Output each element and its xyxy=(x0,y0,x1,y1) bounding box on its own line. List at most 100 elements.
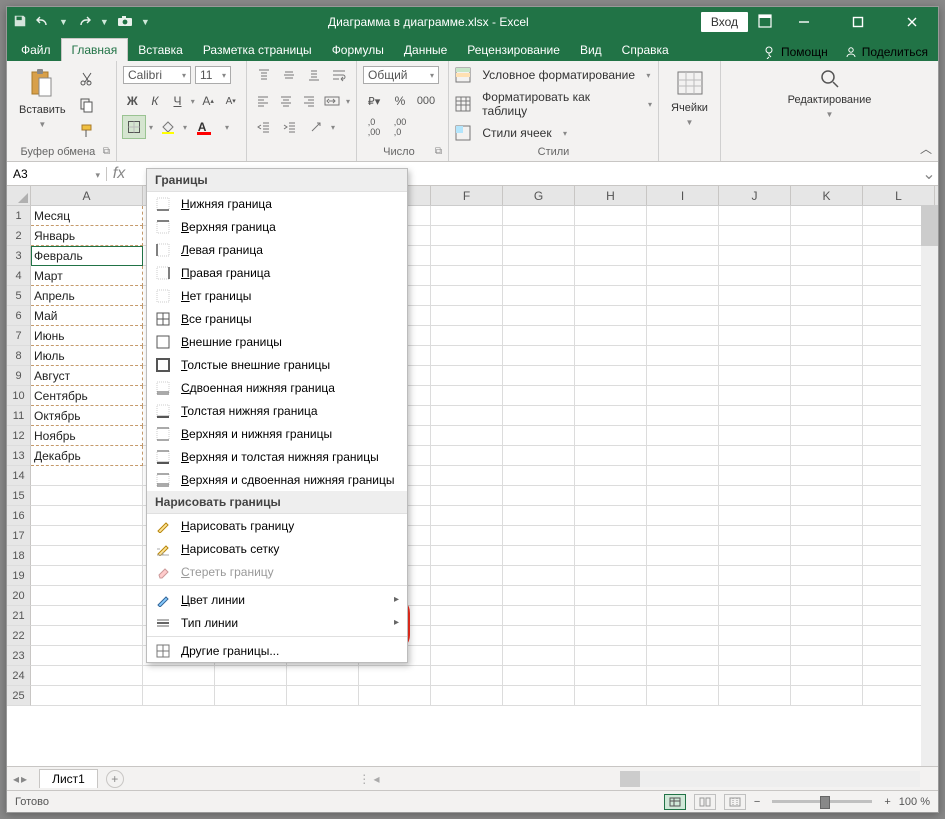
copy-icon[interactable] xyxy=(76,94,98,116)
cell[interactable] xyxy=(647,646,719,666)
cell[interactable] xyxy=(647,386,719,406)
cell[interactable] xyxy=(719,246,791,266)
cell[interactable] xyxy=(31,666,143,686)
dd-border-item[interactable]: Левая граница xyxy=(147,238,407,261)
cell[interactable] xyxy=(31,626,143,646)
cell[interactable] xyxy=(791,266,863,286)
cell[interactable] xyxy=(31,686,143,706)
login-button[interactable]: Вход xyxy=(701,12,748,32)
dd-border-item[interactable]: Верхняя и нижняя границы xyxy=(147,422,407,445)
cell[interactable] xyxy=(575,366,647,386)
dd-line-color[interactable]: Цвет линии▸ xyxy=(147,588,407,611)
sheet-prev-icon[interactable]: ◂ xyxy=(13,772,19,786)
cell[interactable] xyxy=(503,626,575,646)
cell[interactable] xyxy=(791,426,863,446)
cell[interactable] xyxy=(575,526,647,546)
cell[interactable] xyxy=(575,246,647,266)
cell[interactable] xyxy=(791,366,863,386)
cell[interactable] xyxy=(647,406,719,426)
merge-icon[interactable] xyxy=(323,90,342,112)
cell[interactable] xyxy=(503,226,575,246)
cell[interactable] xyxy=(431,506,503,526)
redo-icon[interactable] xyxy=(76,14,92,31)
cell[interactable] xyxy=(719,586,791,606)
col-header[interactable]: J xyxy=(719,186,791,205)
add-sheet-icon[interactable]: + xyxy=(106,770,124,788)
number-format[interactable]: Общий▾ xyxy=(363,66,439,84)
cell[interactable] xyxy=(719,666,791,686)
cell[interactable] xyxy=(647,466,719,486)
cell[interactable]: Сентябрь xyxy=(31,386,143,406)
cell[interactable] xyxy=(431,406,503,426)
format-painter-icon[interactable] xyxy=(76,120,98,142)
cell[interactable] xyxy=(503,506,575,526)
dd-border-item[interactable]: Внешние границы xyxy=(147,330,407,353)
redo-dropdown-icon[interactable]: ▼ xyxy=(100,17,109,27)
cell[interactable] xyxy=(575,606,647,626)
cell[interactable] xyxy=(575,646,647,666)
tab-insert[interactable]: Вставка xyxy=(128,39,193,61)
cell[interactable] xyxy=(647,606,719,626)
view-pagelayout-icon[interactable] xyxy=(694,794,716,810)
cell[interactable] xyxy=(31,546,143,566)
cell[interactable] xyxy=(791,406,863,426)
sheet-tab[interactable]: Лист1 xyxy=(39,769,98,788)
tell-me[interactable]: Помощн xyxy=(757,43,834,61)
cell[interactable] xyxy=(791,566,863,586)
cell[interactable] xyxy=(647,566,719,586)
row-header[interactable]: 23 xyxy=(7,646,31,666)
cell[interactable] xyxy=(719,546,791,566)
col-header[interactable]: L xyxy=(863,186,935,205)
cell[interactable] xyxy=(647,546,719,566)
cell[interactable] xyxy=(791,626,863,646)
zoom-slider[interactable] xyxy=(772,800,872,803)
cell[interactable] xyxy=(431,266,503,286)
cell[interactable] xyxy=(31,606,143,626)
cell[interactable] xyxy=(647,486,719,506)
fill-color-icon[interactable] xyxy=(157,116,179,138)
cell[interactable] xyxy=(503,566,575,586)
cell[interactable] xyxy=(503,666,575,686)
cell[interactable] xyxy=(791,526,863,546)
cell[interactable] xyxy=(431,686,503,706)
number-launcher-icon[interactable]: ⧉ xyxy=(435,146,442,157)
cell[interactable] xyxy=(503,406,575,426)
cell[interactable] xyxy=(791,586,863,606)
cell[interactable] xyxy=(503,426,575,446)
tab-data[interactable]: Данные xyxy=(394,39,457,61)
row-header[interactable]: 12 xyxy=(7,426,31,446)
cell[interactable] xyxy=(503,366,575,386)
cell[interactable] xyxy=(359,666,431,686)
cell[interactable]: Октябрь xyxy=(31,406,143,426)
row-header[interactable]: 16 xyxy=(7,506,31,526)
scrollbar-horizontal[interactable] xyxy=(620,771,920,787)
increase-decimal-icon[interactable]: ,0,00 xyxy=(363,116,385,138)
tab-view[interactable]: Вид xyxy=(570,39,612,61)
cell[interactable] xyxy=(719,646,791,666)
cell[interactable] xyxy=(647,526,719,546)
row-header[interactable]: 4 xyxy=(7,266,31,286)
cell[interactable] xyxy=(719,206,791,226)
dd-border-item[interactable]: Сдвоенная нижняя граница xyxy=(147,376,407,399)
row-header[interactable]: 13 xyxy=(7,446,31,466)
cell[interactable] xyxy=(503,606,575,626)
cell[interactable] xyxy=(431,586,503,606)
cell[interactable] xyxy=(503,306,575,326)
row-header[interactable]: 6 xyxy=(7,306,31,326)
cell[interactable] xyxy=(791,546,863,566)
cut-icon[interactable] xyxy=(76,68,98,90)
cell[interactable] xyxy=(575,566,647,586)
cell[interactable] xyxy=(647,426,719,446)
row-header[interactable]: 22 xyxy=(7,626,31,646)
row-header[interactable]: 3 xyxy=(7,246,31,266)
tab-review[interactable]: Рецензирование xyxy=(457,39,570,61)
align-left-icon[interactable] xyxy=(253,90,272,112)
dd-border-item[interactable]: Верхняя и сдвоенная нижняя границы xyxy=(147,468,407,491)
col-header[interactable]: I xyxy=(647,186,719,205)
cell[interactable] xyxy=(791,686,863,706)
cell[interactable] xyxy=(791,666,863,686)
cell[interactable] xyxy=(575,666,647,686)
font-size[interactable]: 11▾ xyxy=(195,66,231,84)
shrink-font-icon[interactable]: A▾ xyxy=(221,90,240,112)
cell[interactable] xyxy=(575,326,647,346)
